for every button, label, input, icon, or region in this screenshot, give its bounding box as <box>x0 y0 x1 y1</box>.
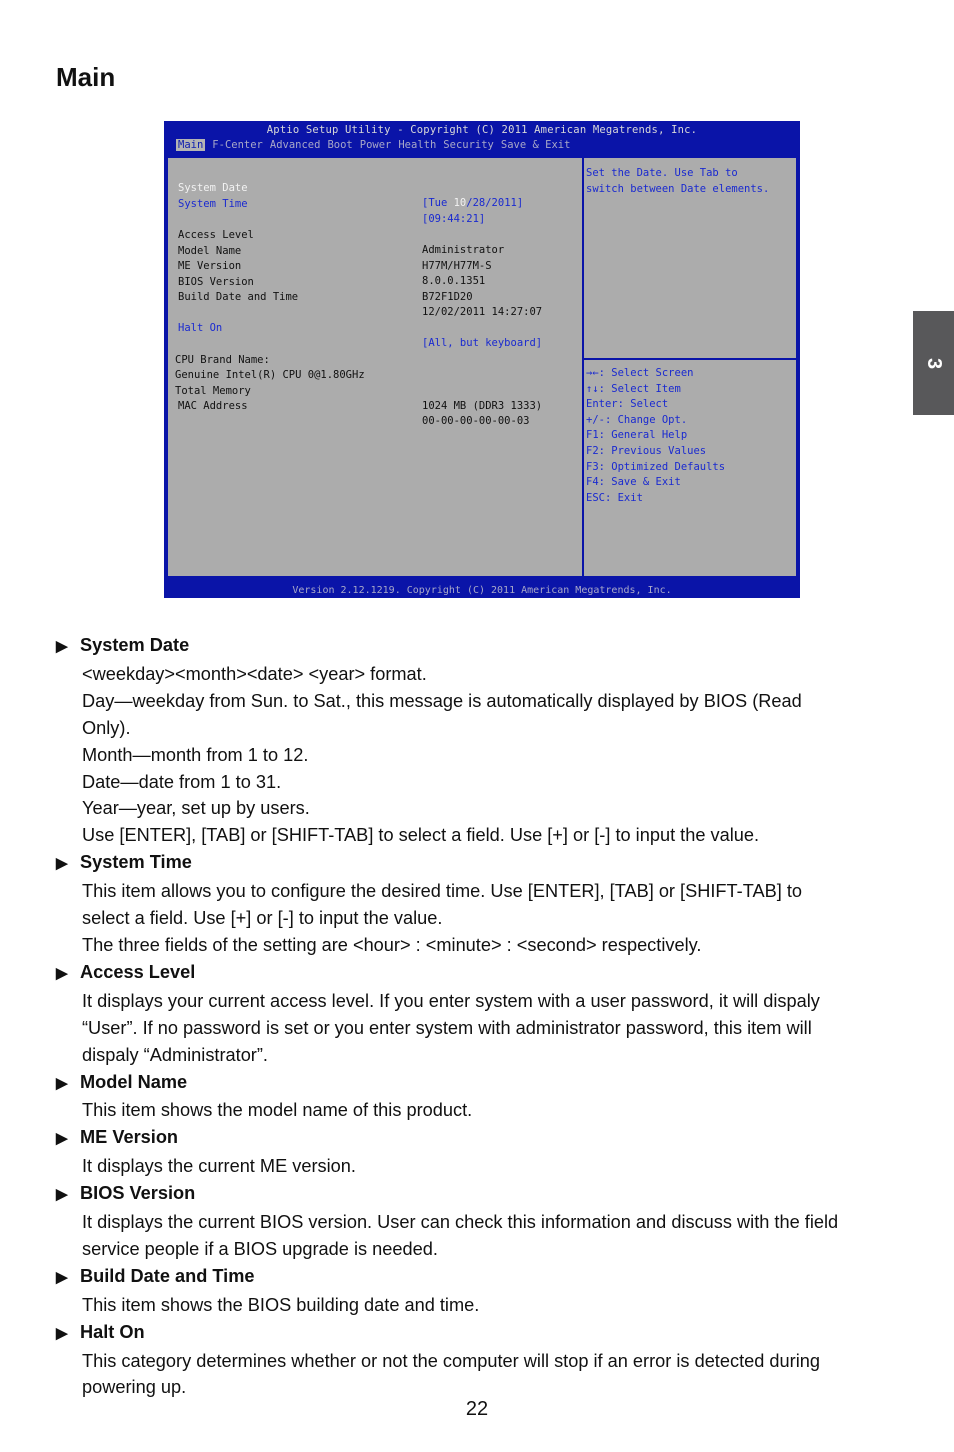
section-line: dispaly “Administrator”. <box>82 1044 268 1065</box>
section-line: “User”. If no password is set or you ent… <box>82 1017 812 1038</box>
info-mac-address: MAC Address 00-00-00-00-00-03 <box>168 384 582 427</box>
bullet-arrow-icon: ▶ <box>56 1074 68 1092</box>
tab-security[interactable]: Security <box>443 139 501 151</box>
bios-footer: Version 2.12.1219. Copyright (C) 2011 Am… <box>292 585 672 596</box>
key-change-opt: +/-: Change Opt. <box>586 413 688 426</box>
section-model-name: ▶ Model Name This item shows the model na… <box>56 1069 906 1125</box>
section-line: This item shows the BIOS building date a… <box>82 1294 480 1315</box>
section-heading: Model Name <box>80 1071 188 1092</box>
bullet-arrow-icon: ▶ <box>56 1130 68 1148</box>
info-cpu-brand: CPU Brand Name: <box>168 338 582 366</box>
total-memory-value: 1024 MB (DDR3 1333) <box>422 399 543 412</box>
key-select-screen: →←: Select Screen <box>586 367 694 379</box>
section-line: It displays the current BIOS version. Us… <box>82 1212 839 1233</box>
item-help-pane: Set the Date. Use Tab to switch between … <box>584 158 796 360</box>
bios-body: System Date [Tue 10/28/2011] System Time… <box>166 156 798 578</box>
bullet-arrow-icon: ▶ <box>56 855 68 873</box>
section-line: Month—month from 1 to 12. <box>82 744 309 765</box>
section-line: Only). <box>82 717 131 738</box>
key-select-item: ↑↓: Select Item <box>586 382 681 395</box>
section-me-version: ▶ ME Version It displays the current ME v… <box>56 1124 906 1180</box>
section-system-time: ▶ System Time This item allows you to con… <box>56 849 906 959</box>
section-line: This category determines whether or not … <box>82 1350 820 1371</box>
section-line: Use [ENTER], [TAB] or [SHIFT-TAB] to sel… <box>82 825 760 846</box>
info-me-version: ME Version 8.0.0.1351 <box>168 244 582 287</box>
info-cpu-brand-value: Genuine Intel(R) CPU 0@1.80GHz <box>168 353 582 381</box>
setting-halt-on[interactable]: Halt On [All, but keyboard] <box>168 306 582 349</box>
key-help-pane: →←: Select Screen ↑↓: Select Item Enter:… <box>584 360 796 576</box>
system-date-value[interactable]: [Tue 10/28/2011] <box>422 196 523 211</box>
info-bios-version: BIOS Version B72F1D20 <box>168 260 582 303</box>
tab-advanced[interactable]: Advanced <box>270 139 328 151</box>
bullet-arrow-icon: ▶ <box>56 1268 68 1286</box>
section-heading: System Time <box>80 852 192 873</box>
help-line-2: switch between Date elements. <box>586 182 770 195</box>
help-line-1: Set the Date. Use Tab to <box>586 167 738 179</box>
tab-boot[interactable]: Boot <box>327 139 359 151</box>
page-title: Main <box>56 62 116 92</box>
tab-f-center[interactable]: F-Center <box>212 139 270 151</box>
setting-system-date[interactable]: System Date [Tue 10/28/2011] <box>168 166 582 209</box>
page-number: 22 <box>465 1398 489 1420</box>
section-heading: Halt On <box>80 1321 145 1342</box>
mac-address-value: 00-00-00-00-00-03 <box>422 415 530 427</box>
bullet-arrow-icon: ▶ <box>56 638 68 655</box>
settings-pane: System Date [Tue 10/28/2011] System Time… <box>168 158 584 576</box>
key-enter-select: Enter: Select <box>586 398 669 411</box>
setting-system-time[interactable]: System Time [09:44:21] <box>168 182 582 225</box>
tab-health[interactable]: Health <box>398 139 443 151</box>
section-line: The three fields of the setting are <hou… <box>82 934 702 955</box>
section-build-date: ▶ Build Date and Time This item shows the… <box>56 1263 906 1319</box>
section-line: Year—year, set up by users. <box>82 798 310 819</box>
info-build-date: Build Date and Time 12/02/2011 14:27:07 <box>168 275 582 318</box>
system-time-label: System Time <box>178 197 248 210</box>
section-line: service people if a BIOS upgrade is need… <box>82 1238 438 1259</box>
bullet-arrow-icon: ▶ <box>56 1186 68 1204</box>
key-f1-help: F1: General Help <box>586 429 688 442</box>
section-halt-on: ▶ Halt On This category determines whethe… <box>56 1319 906 1402</box>
section-line: Date—date from 1 to 31. <box>82 771 282 792</box>
section-line: Day—weekday from Sun. to Sat., this mess… <box>82 690 802 711</box>
halt-on-label: Halt On <box>178 322 223 334</box>
bios-menu-bar: Main F-Center Advanced Boot Power Health… <box>176 139 577 151</box>
date-weekday: [Tue <box>422 197 454 209</box>
section-bios-version: ▶ BIOS Version It displays the current BI… <box>56 1180 906 1263</box>
info-total-memory: Total Memory 1024 MB (DDR3 1333) <box>168 369 582 412</box>
bios-version-value: B72F1D20 <box>422 290 473 303</box>
date-month-selected[interactable]: 10 <box>454 197 467 209</box>
date-day-year: /28/2011] <box>466 197 524 209</box>
section-heading: System Date <box>80 635 190 655</box>
info-access-level: Access Level Administrator <box>168 213 582 256</box>
section-line: select a field. Use [+] or [-] to input … <box>82 908 443 929</box>
section-access-level: ▶ Access Level It displays your current a… <box>56 959 906 1069</box>
bullet-arrow-icon: ▶ <box>56 1324 68 1342</box>
section-system-date: ▶ System Date <weekday><month><date> <yea… <box>56 632 906 849</box>
section-heading: Build Date and Time <box>80 1265 255 1286</box>
tab-power[interactable]: Power <box>360 139 399 151</box>
section-heading: BIOS Version <box>80 1183 196 1204</box>
section-line: It displays your current access level. I… <box>82 990 820 1011</box>
build-date-label: Build Date and Time <box>178 291 299 303</box>
chapter-number: 3 <box>923 357 945 369</box>
bios-title: Aptio Setup Utility - Copyright (C) 2011… <box>266 124 698 136</box>
tab-save-exit[interactable]: Save & Exit <box>501 139 578 151</box>
bullet-arrow-icon: ▶ <box>56 964 68 982</box>
section-line: It displays the current ME version. <box>82 1156 356 1177</box>
mac-address-label: MAC Address <box>178 400 248 412</box>
section-heading: ME Version <box>80 1127 179 1148</box>
item-descriptions: ▶ System Date <weekday><month><date> <yea… <box>56 632 906 1401</box>
section-line: This item allows you to configure the de… <box>82 881 802 902</box>
bios-screenshot: Aptio Setup Utility - Copyright (C) 2011… <box>164 121 800 598</box>
tab-main[interactable]: Main <box>176 139 206 151</box>
chapter-tab: 3 <box>913 311 954 415</box>
section-line: This item shows the model name of this p… <box>82 1100 473 1121</box>
key-f4-save-exit: F4: Save & Exit <box>586 476 681 489</box>
info-model-name: Model Name H77M/H77M-S <box>168 229 582 272</box>
section-heading: Access Level <box>80 961 196 982</box>
key-esc-exit: ESC: Exit <box>586 491 643 504</box>
section-line: <weekday><month><date> <year> format. <box>82 663 427 684</box>
key-f2-previous: F2: Previous Values <box>586 445 707 457</box>
key-f3-defaults: F3: Optimized Defaults <box>586 460 726 473</box>
